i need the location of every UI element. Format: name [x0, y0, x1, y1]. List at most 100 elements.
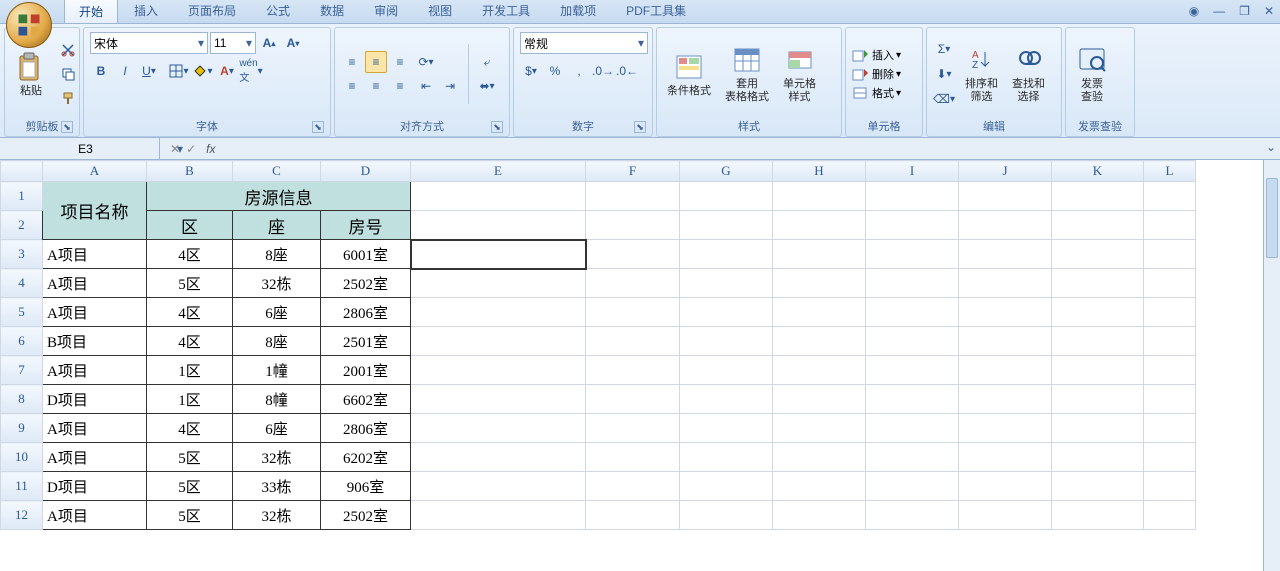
cell-E3[interactable] [411, 240, 586, 269]
align-bottom-button[interactable]: ≡ [389, 51, 411, 73]
font-size-combo[interactable]: ▾ [210, 32, 256, 54]
decrease-indent-button[interactable]: ⇤ [415, 75, 437, 97]
comma-button[interactable]: , [568, 60, 590, 82]
cell-E6[interactable] [411, 327, 586, 356]
tab-7[interactable]: 开发工具 [468, 0, 544, 23]
minimize-icon[interactable]: — [1213, 4, 1225, 18]
row-header-11[interactable]: 11 [1, 472, 43, 501]
cell-G9[interactable] [680, 414, 773, 443]
row-header-3[interactable]: 3 [1, 240, 43, 269]
cell-D7[interactable]: 2001室 [321, 356, 411, 385]
copy-button[interactable] [57, 63, 79, 85]
cell-K7[interactable] [1052, 356, 1144, 385]
cell-E4[interactable] [411, 269, 586, 298]
col-header-H[interactable]: H [773, 161, 866, 182]
cell-A6[interactable]: B项目 [43, 327, 147, 356]
cell-F12[interactable] [586, 501, 680, 530]
tab-6[interactable]: 视图 [414, 0, 466, 23]
shrink-font-button[interactable]: A▾ [282, 32, 304, 54]
cell-J8[interactable] [959, 385, 1052, 414]
col-header-A[interactable]: A [43, 161, 147, 182]
cell-I10[interactable] [866, 443, 959, 472]
bold-button[interactable]: B [90, 60, 112, 82]
cell-K5[interactable] [1052, 298, 1144, 327]
grow-font-button[interactable]: A▴ [258, 32, 280, 54]
font-name-input[interactable] [94, 36, 195, 50]
increase-decimal-button[interactable]: .0→ [592, 60, 614, 82]
cell-A3[interactable]: A项目 [43, 240, 147, 269]
cell-E5[interactable] [411, 298, 586, 327]
col-header-K[interactable]: K [1052, 161, 1144, 182]
cell-H7[interactable] [773, 356, 866, 385]
fx-icon[interactable]: fx [206, 142, 221, 156]
cell-I12[interactable] [866, 501, 959, 530]
cell-A9[interactable]: A项目 [43, 414, 147, 443]
chevron-down-icon[interactable]: ▾ [635, 36, 644, 50]
cell-G7[interactable] [680, 356, 773, 385]
tab-3[interactable]: 公式 [252, 0, 304, 23]
insert-cells-button[interactable]: 插入▾ [852, 47, 901, 63]
cell-F8[interactable] [586, 385, 680, 414]
cell-B6[interactable]: 4区 [147, 327, 233, 356]
cell-H8[interactable] [773, 385, 866, 414]
cell-G3[interactable] [680, 240, 773, 269]
cell-C2[interactable]: 座 [233, 211, 321, 240]
font-color-button[interactable]: A▾ [216, 60, 238, 82]
cell-K4[interactable] [1052, 269, 1144, 298]
col-header-F[interactable]: F [586, 161, 680, 182]
cell-G2[interactable] [680, 211, 773, 240]
cell-J11[interactable] [959, 472, 1052, 501]
cell-G4[interactable] [680, 269, 773, 298]
col-header-J[interactable]: J [959, 161, 1052, 182]
cell-A4[interactable]: A项目 [43, 269, 147, 298]
underline-button[interactable]: U▾ [138, 60, 160, 82]
decrease-decimal-button[interactable]: .0← [616, 60, 638, 82]
col-header-L[interactable]: L [1144, 161, 1196, 182]
cell-L6[interactable] [1144, 327, 1196, 356]
format-table-button[interactable]: 套用 表格格式 [721, 42, 773, 106]
cell-I9[interactable] [866, 414, 959, 443]
cell-A1[interactable]: 项目名称 [43, 182, 147, 240]
cell-J1[interactable] [959, 182, 1052, 211]
cell-H3[interactable] [773, 240, 866, 269]
cell-K10[interactable] [1052, 443, 1144, 472]
cell-H10[interactable] [773, 443, 866, 472]
cell-E11[interactable] [411, 472, 586, 501]
font-size-input[interactable] [214, 36, 243, 50]
number-format-input[interactable] [524, 36, 635, 50]
row-header-8[interactable]: 8 [1, 385, 43, 414]
cell-C3[interactable]: 8座 [233, 240, 321, 269]
cell-K8[interactable] [1052, 385, 1144, 414]
cell-C5[interactable]: 6座 [233, 298, 321, 327]
col-header-I[interactable]: I [866, 161, 959, 182]
cell-I2[interactable] [866, 211, 959, 240]
cell-H12[interactable] [773, 501, 866, 530]
cell-J12[interactable] [959, 501, 1052, 530]
cell-I1[interactable] [866, 182, 959, 211]
expand-formula-bar-icon[interactable]: ⌄ [1266, 140, 1276, 154]
col-header-B[interactable]: B [147, 161, 233, 182]
cell-D11[interactable]: 906室 [321, 472, 411, 501]
cell-J4[interactable] [959, 269, 1052, 298]
tab-0[interactable]: 开始 [64, 0, 118, 23]
chevron-down-icon[interactable]: ▾ [243, 36, 252, 50]
cell-styles-button[interactable]: 单元格 样式 [779, 42, 820, 106]
cell-B3[interactable]: 4区 [147, 240, 233, 269]
cell-C12[interactable]: 32栋 [233, 501, 321, 530]
clear-button[interactable]: ⌫▾ [933, 88, 955, 110]
cell-G6[interactable] [680, 327, 773, 356]
align-middle-button[interactable]: ≡ [365, 51, 387, 73]
cell-E1[interactable] [411, 182, 586, 211]
cell-G11[interactable] [680, 472, 773, 501]
cell-K2[interactable] [1052, 211, 1144, 240]
cell-L3[interactable] [1144, 240, 1196, 269]
cell-K6[interactable] [1052, 327, 1144, 356]
cell-K9[interactable] [1052, 414, 1144, 443]
row-header-5[interactable]: 5 [1, 298, 43, 327]
cell-L9[interactable] [1144, 414, 1196, 443]
cell-E10[interactable] [411, 443, 586, 472]
cell-F6[interactable] [586, 327, 680, 356]
col-header-D[interactable]: D [321, 161, 411, 182]
tab-1[interactable]: 插入 [120, 0, 172, 23]
chevron-down-icon[interactable]: ▾ [195, 36, 204, 50]
